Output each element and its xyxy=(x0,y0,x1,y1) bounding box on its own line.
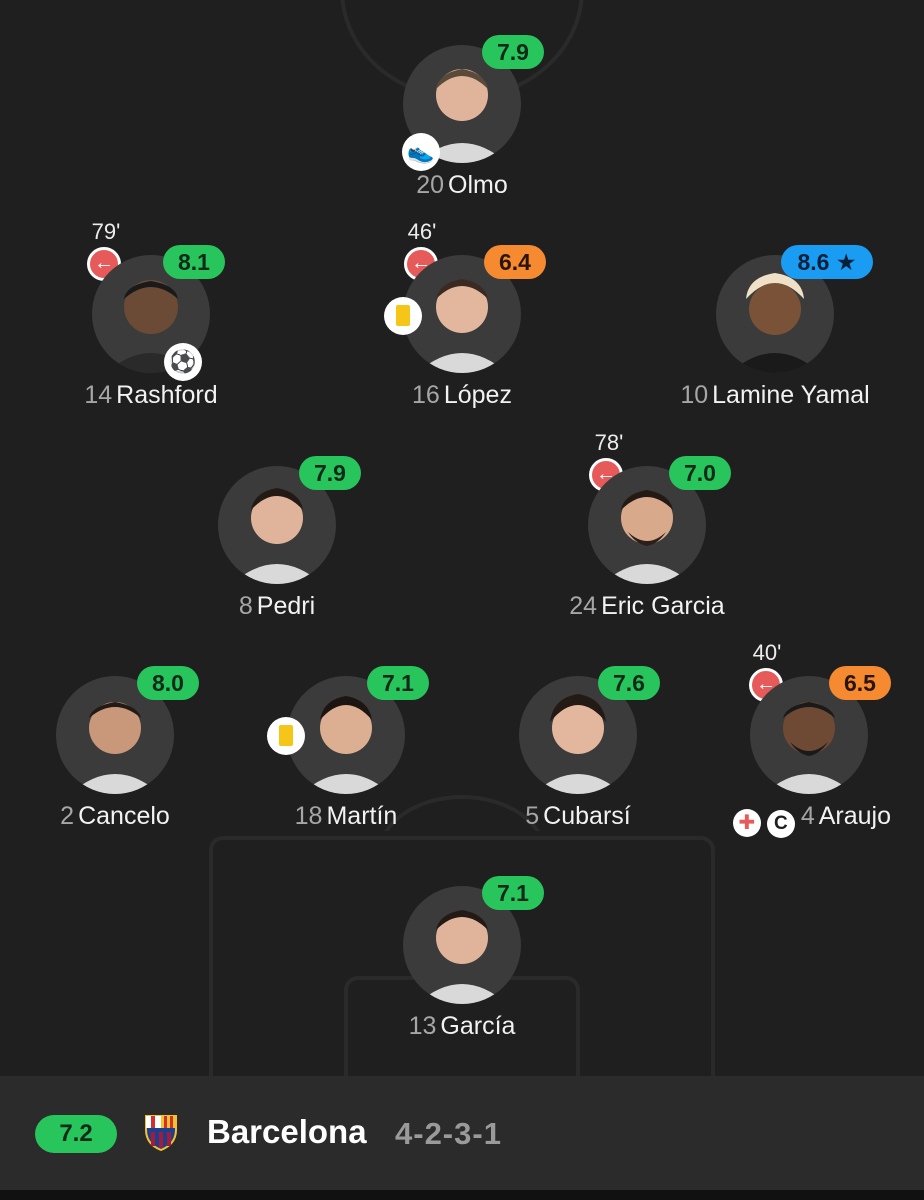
player-araujo[interactable]: 40' ← 6.5 ✚ C 4 Araujo xyxy=(649,640,924,846)
team-rating-badge: 7.2 xyxy=(35,1115,117,1153)
ball-icon: ⚽ xyxy=(164,343,202,381)
player-yamal[interactable]: 8.6 ★ 10 Lamine Yamal xyxy=(615,245,924,425)
sub-time: 78' xyxy=(594,430,624,455)
injury-icon: ✚ xyxy=(732,809,761,837)
pitch: 7.9 👟 20 Olmo 79' ← 8.1 ⚽ 14 Rashford 46' … xyxy=(0,0,924,1076)
captain-icon: C xyxy=(766,810,795,838)
player-rating: 8.1 xyxy=(163,245,225,279)
player-name: 20 Olmo xyxy=(416,171,508,199)
player-name: 10 Lamine Yamal xyxy=(680,381,870,409)
player-name: 24 Eric Garcia xyxy=(569,592,725,620)
player-eric-garcia[interactable]: 78' ← 7.0 24 Eric Garcia xyxy=(487,430,807,636)
sub-time: 40' xyxy=(752,640,782,665)
player-rating: 7.9 xyxy=(299,456,361,490)
player-garcia-gk[interactable]: 7.1 13 García xyxy=(302,876,622,1056)
footer-bottom-bar xyxy=(0,1190,924,1200)
sub-time: 79' xyxy=(91,219,121,244)
player-name: 16 López xyxy=(412,381,512,409)
yellow-card-icon xyxy=(384,297,422,335)
team-name: Barcelona xyxy=(207,1113,367,1150)
formation-label: 4-2-3-1 xyxy=(395,1116,502,1151)
player-rating: 6.5 xyxy=(829,666,891,700)
player-name: 8 Pedri xyxy=(238,592,316,620)
player-name: 13 García xyxy=(408,1012,516,1040)
player-pedri[interactable]: 7.9 8 Pedri xyxy=(117,456,437,636)
player-rating: 7.0 xyxy=(669,456,731,490)
player-lopez[interactable]: 46' ← 6.4 16 López xyxy=(302,219,622,425)
player-rating: 6.4 xyxy=(484,245,546,279)
player-rating: 8.6 ★ xyxy=(781,245,873,279)
player-rashford[interactable]: 79' ← 8.1 ⚽ 14 Rashford xyxy=(0,219,311,425)
star-icon: ★ xyxy=(835,249,857,275)
yellow-card-icon xyxy=(267,717,305,755)
sub-time: 46' xyxy=(407,219,437,244)
player-rating: 7.9 xyxy=(482,35,544,69)
player-name: 14 Rashford xyxy=(84,381,218,409)
player-olmo[interactable]: 7.9 👟 20 Olmo xyxy=(302,35,622,215)
player-name: ✚ C 4 Araujo xyxy=(641,802,924,838)
barcelona-crest-icon[interactable] xyxy=(143,1112,179,1152)
player-rating: 7.1 xyxy=(482,876,544,910)
boot-icon: 👟 xyxy=(402,133,440,171)
